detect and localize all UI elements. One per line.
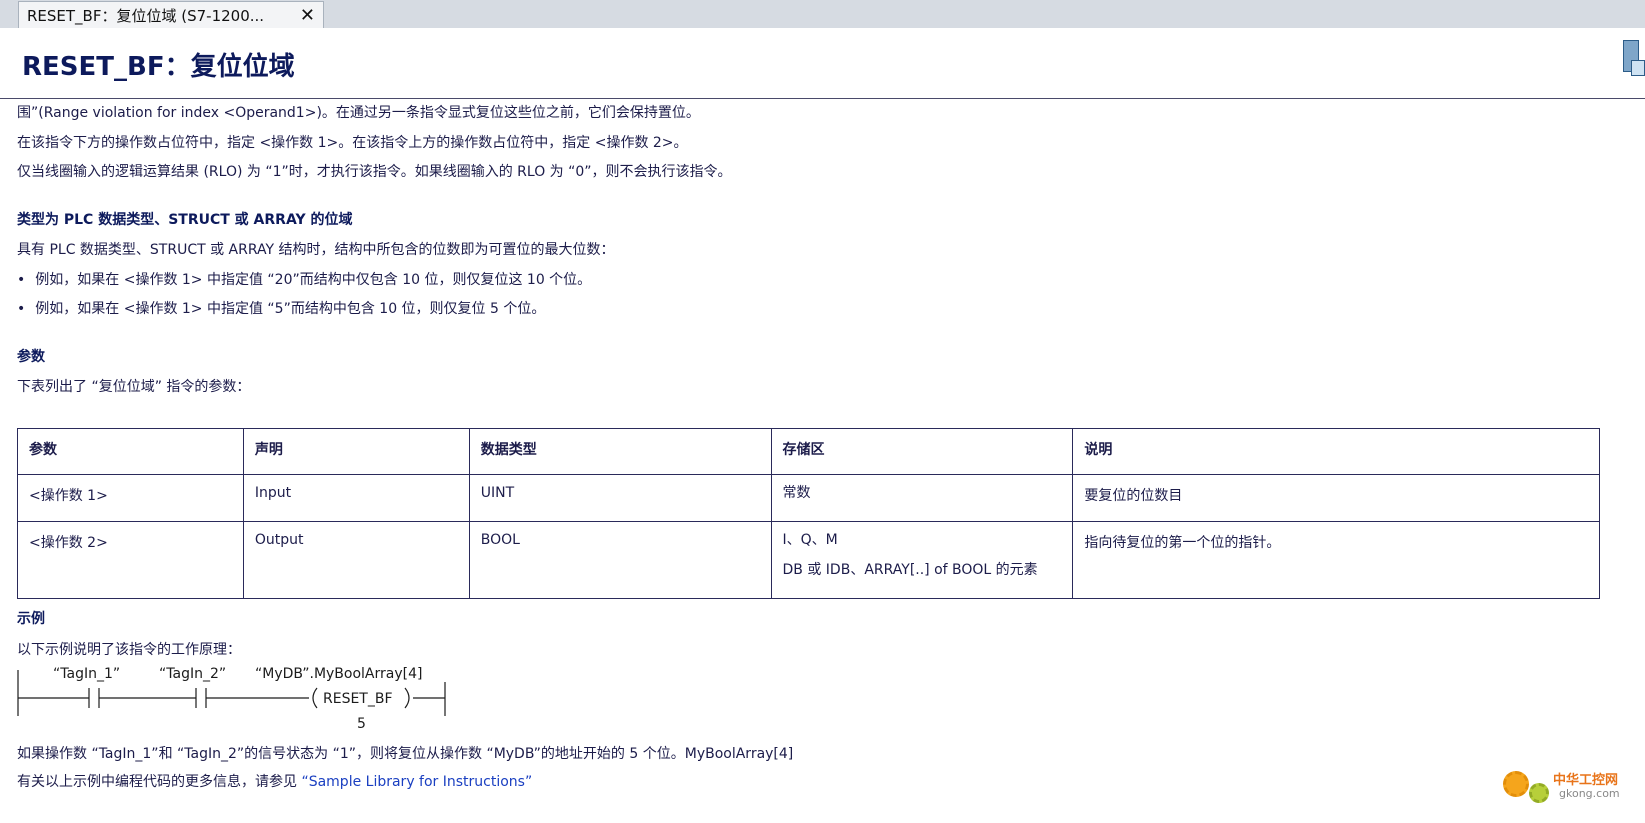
area-cell: 常数 — [770, 474, 1074, 522]
param-cell: <操作数 1> — [17, 474, 244, 522]
section-heading-params: 参数 — [17, 349, 45, 365]
desc-cell: 要复位的位数目 — [1072, 474, 1600, 522]
more-info-line: 有关以上示例中编程代码的更多信息，请参见 “Sample Library for… — [17, 771, 532, 791]
coil-operand-label: “MyDB”.MyBoolArray[4] — [255, 666, 422, 682]
tab-reset-bf[interactable]: RESET_BF：复位位域 (S7-1200... ✕ — [18, 1, 324, 28]
gear-icon — [1529, 783, 1549, 803]
column-header: 参数 — [17, 428, 244, 475]
type-cell: UINT — [468, 474, 772, 522]
contact-2-label: “TagIn_2” — [159, 666, 226, 682]
page-title: RESET_BF：复位位域 — [22, 52, 295, 82]
bullet-item: 例如，如果在 <操作数 1> 中指定值 “20”而结构中仅包含 10 位，则仅复… — [17, 269, 591, 289]
section-text: 具有 PLC 数据类型、STRUCT 或 ARRAY 结构时，结构中所包含的位数… — [17, 242, 615, 258]
page-header: RESET_BF：复位位域 — [0, 28, 1645, 99]
contact-1-label: “TagIn_1” — [53, 666, 120, 682]
intro-line: 围”(Range violation for index <Operand1>)… — [17, 105, 700, 121]
table-header-row: 参数 声明 数据类型 存储区 说明 — [17, 428, 1600, 475]
section-heading-example: 示例 — [17, 611, 45, 627]
gear-icon — [1503, 771, 1529, 797]
area-line: I、Q、M — [782, 532, 838, 548]
decl-cell: Output — [242, 521, 470, 599]
tab-strip: RESET_BF：复位位域 (S7-1200... ✕ — [0, 0, 1645, 29]
area-cell: I、Q、M DB 或 IDB、ARRAY[..] of BOOL 的元素 — [770, 521, 1074, 599]
bullet-item: 例如，如果在 <操作数 1> 中指定值 “5”而结构中包含 10 位，则仅复位 … — [17, 298, 545, 318]
section-text: 下表列出了 “复位位域” 指令的参数： — [17, 379, 251, 395]
example-result-text: 如果操作数 “TagIn_1”和 “TagIn_2”的信号状态为 “1”，则将复… — [17, 746, 794, 762]
intro-line: 在该指令下方的操作数占位符中，指定 <操作数 1>。在该指令上方的操作数占位符中… — [17, 135, 688, 151]
type-cell: BOOL — [468, 521, 772, 599]
decl-cell: Input — [242, 474, 470, 522]
ladder-diagram: “TagIn_1” “TagIn_2” “MyDB”.MyBoolArray[4… — [17, 666, 446, 732]
watermark-text: 中华工控网 — [1553, 773, 1619, 788]
watermark-url: gkong.com — [1559, 787, 1620, 800]
params-table: 参数 声明 数据类型 存储区 说明 <操作数 1> Input UINT 常数 … — [17, 428, 1600, 599]
watermark-logo: 中华工控网 gkong.com — [1503, 763, 1633, 811]
coil-label: RESET_BF — [323, 691, 393, 707]
section-heading-struct: 类型为 PLC 数据类型、STRUCT 或 ARRAY 的位域 — [17, 212, 353, 228]
table-row: <操作数 2> Output BOOL I、Q、M DB 或 IDB、ARRAY… — [17, 521, 1600, 599]
tab-label: RESET_BF：复位位域 (S7-1200... — [27, 6, 265, 25]
column-header: 说明 — [1072, 428, 1600, 475]
column-header: 数据类型 — [468, 428, 772, 475]
table-row: <操作数 1> Input UINT 常数 要复位的位数目 — [17, 474, 1600, 522]
param-cell: <操作数 2> — [17, 521, 244, 599]
close-icon[interactable]: ✕ — [300, 5, 315, 26]
section-text: 以下示例说明了该指令的工作原理： — [17, 642, 241, 658]
intro-line: 仅当线圈输入的逻辑运算结果 (RLO) 为 “1”时，才执行该指令。如果线圈输入… — [17, 164, 732, 180]
column-header: 声明 — [242, 428, 470, 475]
desc-cell: 指向待复位的第一个位的指针。 — [1072, 521, 1600, 599]
area-line: 常数 — [782, 485, 811, 501]
column-header: 存储区 — [770, 428, 1074, 475]
more-info-prefix: 有关以上示例中编程代码的更多信息，请参见 — [17, 774, 302, 790]
area-line: DB 或 IDB、ARRAY[..] of BOOL 的元素 — [782, 562, 1038, 578]
coil-count-label: 5 — [357, 716, 366, 732]
sample-library-link[interactable]: “Sample Library for Instructions” — [301, 774, 532, 790]
pane-toggle-icon[interactable] — [1621, 38, 1645, 76]
